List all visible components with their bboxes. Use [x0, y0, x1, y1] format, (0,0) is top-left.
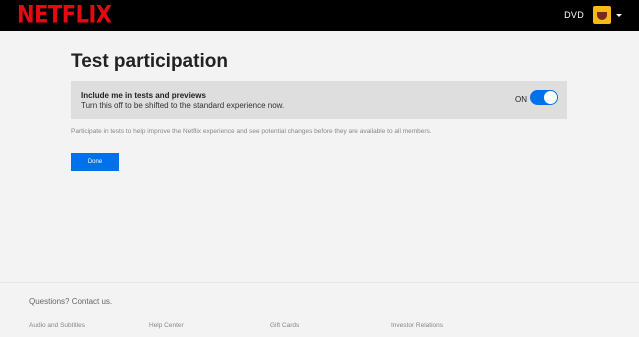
footer-link-investor-relations[interactable]: Investor Relations [391, 322, 443, 329]
page-title: Test participation [71, 51, 228, 72]
help-text: Participate in tests to help improve the… [71, 128, 432, 135]
participation-toggle[interactable] [530, 90, 558, 105]
setting-description: Turn this off to be shifted to the stand… [81, 101, 285, 110]
profile-avatar-icon[interactable] [593, 6, 611, 24]
setting-title: Include me in tests and previews [81, 91, 206, 100]
caret-down-icon[interactable] [616, 14, 622, 17]
profile-name[interactable]: DVD [564, 10, 584, 20]
test-participation-setting: Include me in tests and previews Turn th… [71, 81, 567, 119]
footer-link-gift-cards[interactable]: Gift Cards [270, 322, 299, 329]
footer-link-audio-subtitles[interactable]: Audio and Subtitles [29, 322, 85, 329]
footer-divider [0, 282, 639, 283]
toggle-knob [544, 91, 557, 104]
top-navigation-bar: NETFLIX DVD [0, 0, 639, 31]
done-button[interactable]: Done [71, 153, 119, 171]
footer-contact-link[interactable]: Questions? Contact us. [29, 297, 112, 306]
toggle-state-label: ON [515, 95, 527, 104]
footer-link-help-center[interactable]: Help Center [149, 322, 184, 329]
netflix-logo[interactable]: NETFLIX [17, 2, 112, 27]
